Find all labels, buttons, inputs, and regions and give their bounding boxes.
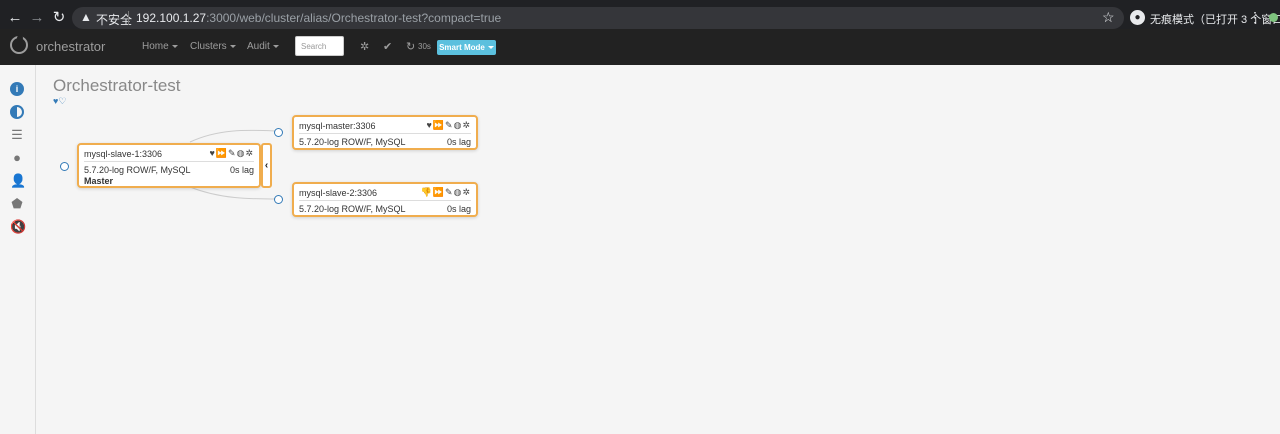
node-name[interactable]: mysql-slave-1:3306 <box>84 149 162 159</box>
node-name[interactable]: mysql-master:3306 <box>299 121 376 131</box>
node-header: mysql-master:3306 ♥⏩✎◍✲ <box>299 120 471 134</box>
node-name[interactable]: mysql-slave-2:3306 <box>299 188 377 198</box>
topology-links <box>189 129 279 200</box>
node-role: Master <box>84 176 114 186</box>
node-port[interactable] <box>274 128 283 137</box>
node-version: 5.7.20-log ROW/F, MySQL <box>299 137 406 147</box>
node-port[interactable] <box>274 195 283 204</box>
node-version: 5.7.20-log ROW/F, MySQL <box>84 165 191 175</box>
node-actions-icons[interactable]: 👎⏩✎◍✲ <box>421 187 471 198</box>
link-master <box>189 129 279 143</box>
node-mysql-slave-1[interactable]: mysql-slave-1:3306 ♥⏩✎◍✲ 5.7.20-log ROW/… <box>77 143 261 188</box>
node-actions-icons[interactable]: ♥⏩✎◍✲ <box>210 148 255 159</box>
collapse-chevron-left-icon[interactable]: ‹ <box>261 143 272 188</box>
node-header: mysql-slave-1:3306 ♥⏩✎◍✲ <box>84 148 254 162</box>
node-port[interactable] <box>60 162 69 171</box>
node-version: 5.7.20-log ROW/F, MySQL <box>299 204 406 214</box>
node-lag: 0s lag <box>446 137 471 147</box>
link-slave-2 <box>189 186 279 200</box>
node-mysql-slave-2[interactable]: mysql-slave-2:3306 👎⏩✎◍✲ 5.7.20-log ROW/… <box>292 182 478 217</box>
node-mysql-master[interactable]: mysql-master:3306 ♥⏩✎◍✲ 5.7.20-log ROW/F… <box>292 115 478 150</box>
node-header: mysql-slave-2:3306 👎⏩✎◍✲ <box>299 187 471 201</box>
node-lag: 0s lag <box>446 204 471 214</box>
node-actions-icons[interactable]: ♥⏩✎◍✲ <box>427 120 472 131</box>
node-lag: 0s lag <box>229 165 254 175</box>
